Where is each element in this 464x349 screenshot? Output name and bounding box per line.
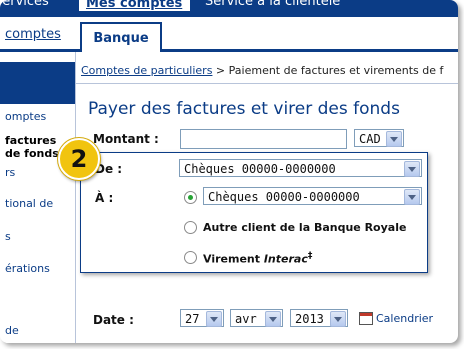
interac-italic: Interac <box>263 252 308 266</box>
montant-label: Montant : <box>93 132 159 146</box>
top-navigation: Services Mes comptes Service à la client… <box>0 0 458 17</box>
month-value: avr <box>235 312 257 326</box>
sidebar-item-rs[interactable]: rs <box>5 166 15 179</box>
radio-own-account[interactable] <box>184 191 197 204</box>
option-other-client-label: Autre client de la Banque Royale <box>203 221 407 234</box>
year-select[interactable]: 2013 <box>290 309 348 327</box>
radio-other-client[interactable] <box>184 221 197 234</box>
chevron-down-icon <box>330 311 346 327</box>
sidebar-item-fonds[interactable]: de fonds <box>5 147 59 160</box>
chevron-down-icon <box>265 311 281 327</box>
sidebar-item-de[interactable]: de <box>5 324 19 337</box>
de-account-value: Chèques 00000-0000000 <box>184 162 336 176</box>
month-select[interactable]: avr <box>230 309 283 327</box>
tab-services[interactable]: Services <box>0 0 49 9</box>
tab-service-clientele[interactable]: Service à la clientèle <box>205 0 340 9</box>
calendar-link[interactable]: Calendrier <box>376 312 433 325</box>
transfer-panel: De : Chèques 00000-0000000 À : Chèques 0… <box>80 152 428 273</box>
date-label: Date : <box>93 313 134 327</box>
a-account-select[interactable]: Chèques 00000-0000000 <box>203 187 422 205</box>
subnav-comptes-link[interactable]: comptes <box>5 27 61 42</box>
day-value: 27 <box>185 312 200 326</box>
interac-mark: ‡ <box>307 251 313 261</box>
sidebar-header <box>0 62 75 104</box>
sidebar-item-s[interactable]: s <box>5 230 11 243</box>
sidebar-item-national[interactable]: tional de <box>5 197 53 210</box>
sidebar-item-comptes[interactable]: omptes <box>5 110 46 123</box>
year-value: 2013 <box>295 312 324 326</box>
main-content: Comptes de particuliers > Paiement de fa… <box>76 52 458 343</box>
interac-prefix: Virement <box>203 252 264 266</box>
step-number-badge: 2 <box>58 138 100 180</box>
de-account-select[interactable]: Chèques 00000-0000000 <box>179 159 422 177</box>
montant-input[interactable] <box>180 129 347 149</box>
option-interac-label: Virement Interac‡ <box>203 251 312 266</box>
day-select[interactable]: 27 <box>180 309 224 327</box>
breadcrumb-link[interactable]: Comptes de particuliers <box>81 64 212 77</box>
divider <box>76 83 458 84</box>
sidebar-item-factures[interactable]: factures <box>5 134 56 147</box>
a-label: À : <box>95 191 114 205</box>
chevron-down-icon <box>404 161 420 177</box>
calendar-icon[interactable] <box>359 312 373 325</box>
breadcrumb-rest: > Paiement de factures et virements de f <box>212 64 444 77</box>
page-title: Payer des factures et virer des fonds <box>88 99 400 119</box>
radio-interac[interactable] <box>184 251 197 264</box>
currency-select[interactable]: CAD <box>354 129 404 147</box>
sidebar: omptes factures de fonds rs tional de s … <box>0 52 76 343</box>
sub-navigation: comptes Banque <box>0 17 458 52</box>
sidebar-item-operations[interactable]: érations <box>5 262 50 275</box>
tab-mes-comptes[interactable]: Mes comptes <box>78 0 192 11</box>
breadcrumb: Comptes de particuliers > Paiement de fa… <box>81 64 443 77</box>
a-account-value: Chèques 00000-0000000 <box>208 190 360 204</box>
chevron-down-icon <box>206 311 222 327</box>
chevron-down-icon <box>404 189 420 205</box>
browser-frame: Services Mes comptes Service à la client… <box>0 0 458 343</box>
tab-banque[interactable]: Banque <box>80 22 162 52</box>
currency-value: CAD <box>359 132 381 146</box>
chevron-down-icon <box>386 131 402 147</box>
